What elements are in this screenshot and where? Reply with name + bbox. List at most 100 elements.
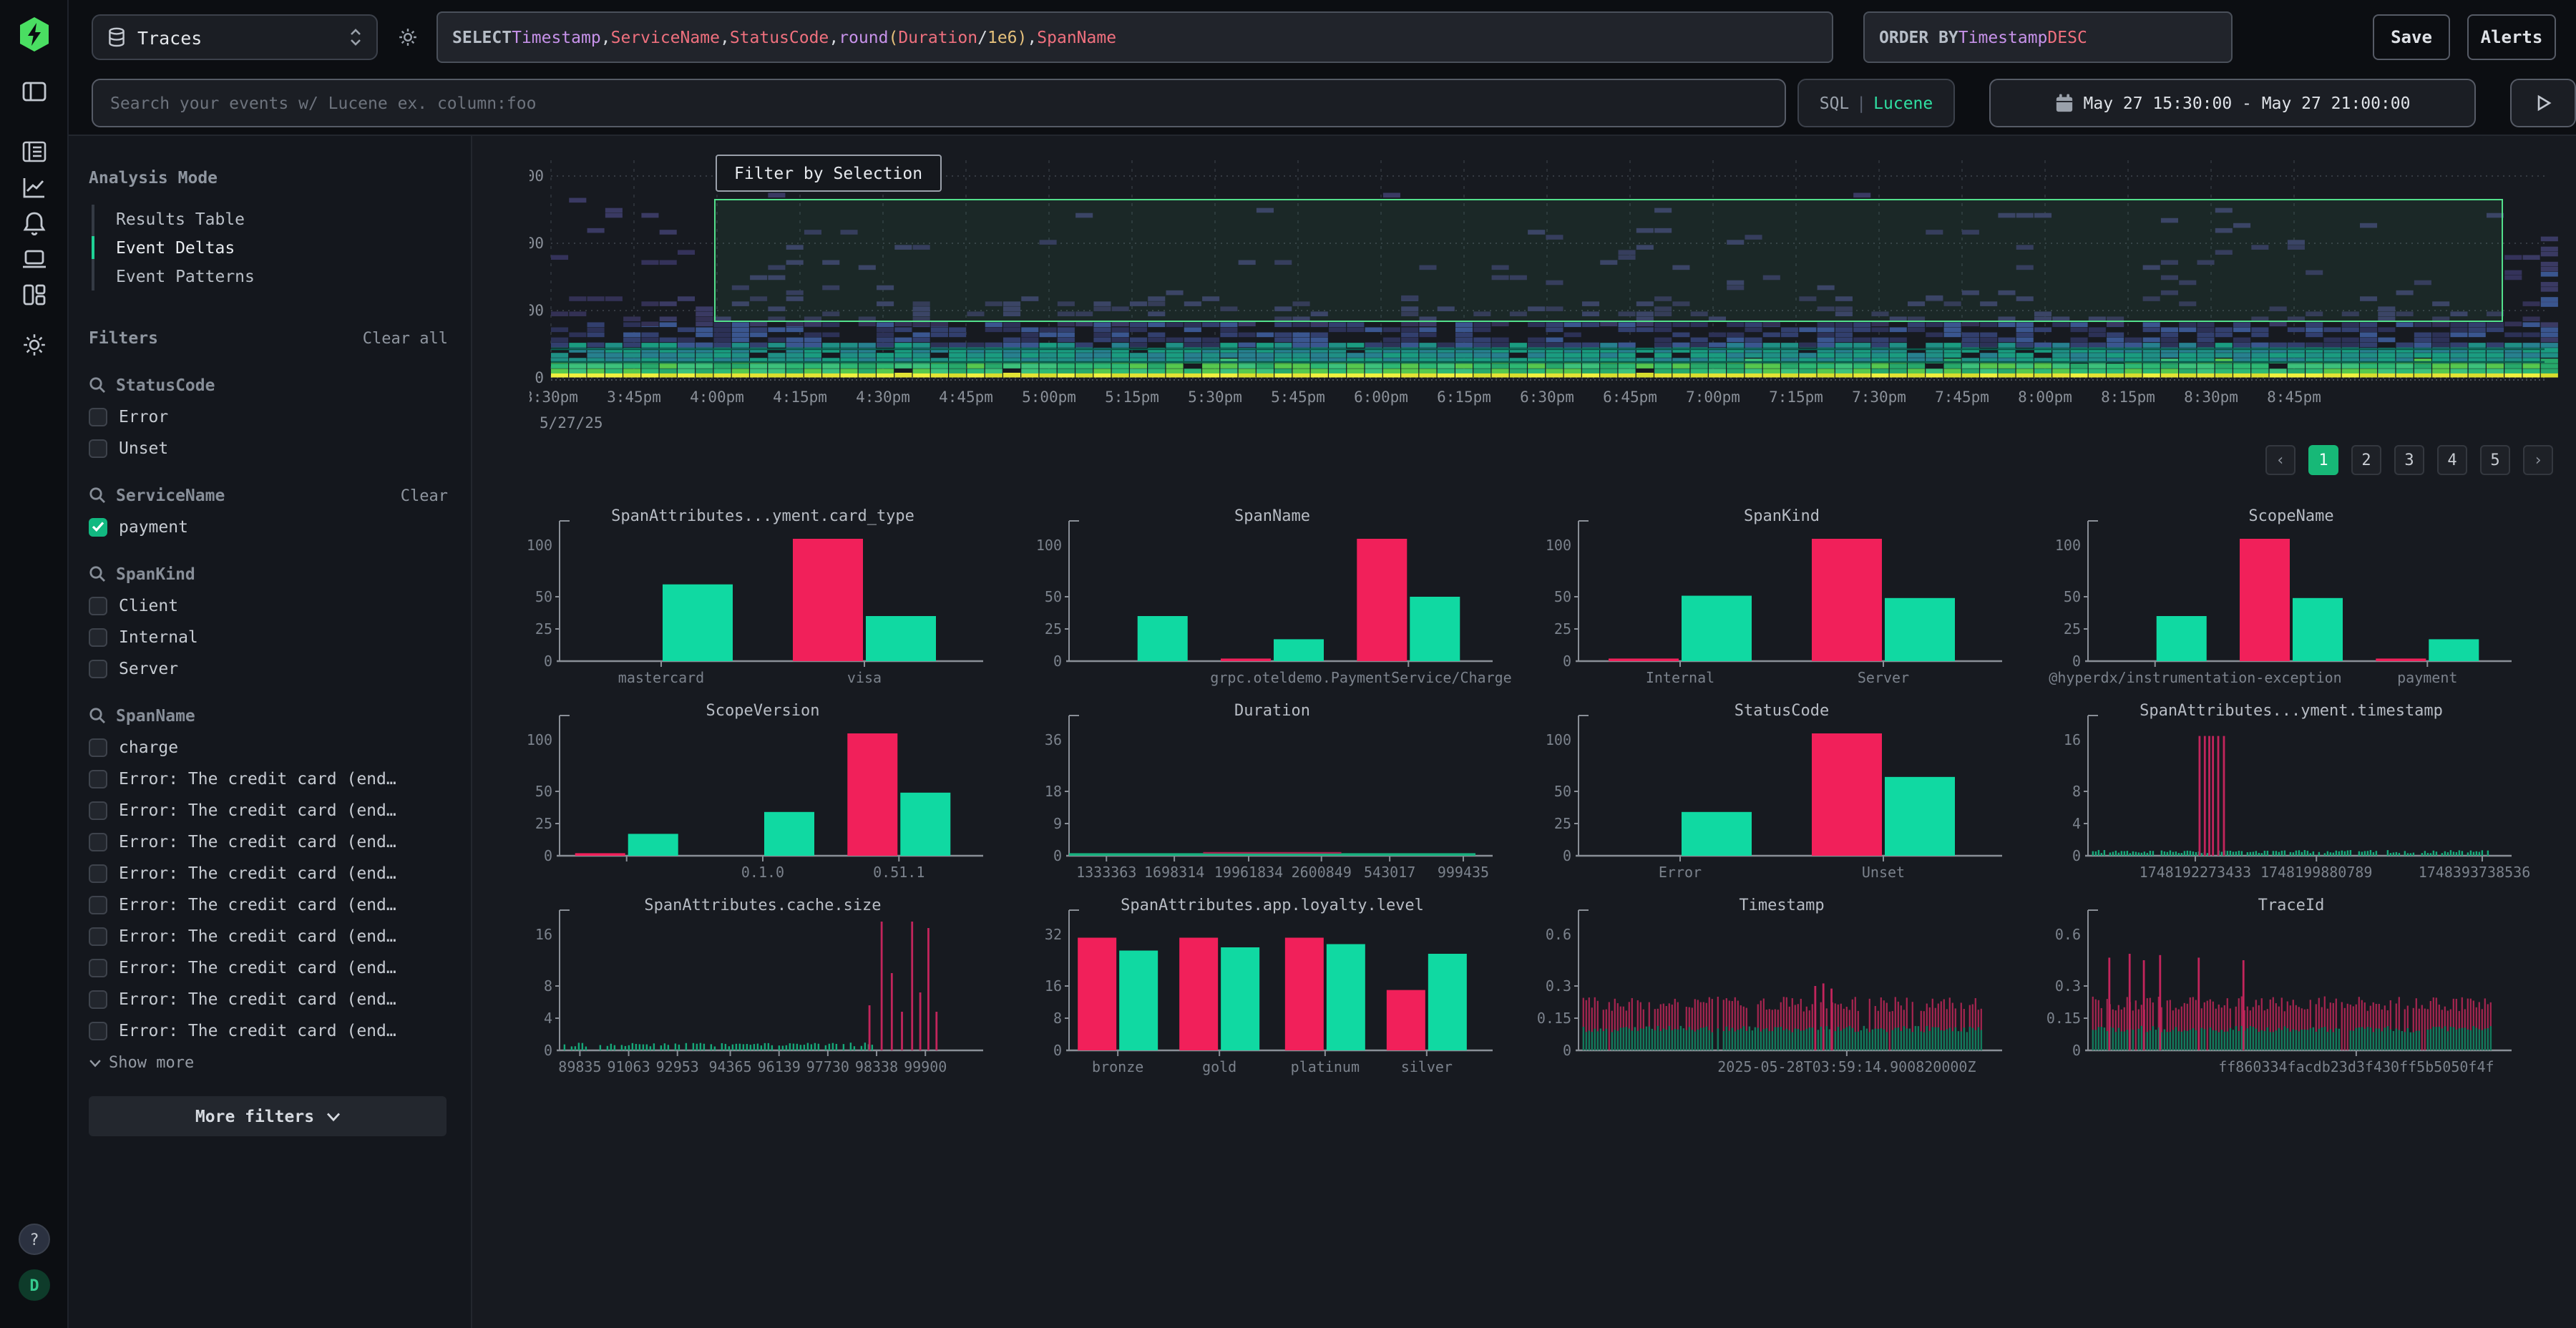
search-input[interactable] xyxy=(92,79,1786,127)
checkbox[interactable] xyxy=(89,1021,107,1040)
select-query-token: ) xyxy=(1018,27,1028,47)
charts-pagination: ‹ 12345 › xyxy=(2265,445,2553,475)
svg-text:9: 9 xyxy=(1053,815,1062,832)
pagination-next-button[interactable]: › xyxy=(2523,445,2553,475)
search-logs-icon[interactable] xyxy=(20,137,49,166)
delta-chart-card_type[interactable]: SpanAttributes...yment.card_type02550100… xyxy=(518,501,1005,695)
svg-text:TraceId: TraceId xyxy=(2258,897,2325,914)
run-query-button[interactable] xyxy=(2510,79,2576,127)
checkbox[interactable] xyxy=(89,990,107,1008)
svg-text:Duration: Duration xyxy=(1234,702,1310,720)
heatmap-selection-box[interactable] xyxy=(714,199,2503,322)
help-button[interactable]: ? xyxy=(19,1224,50,1255)
more-filters-button[interactable]: More filters xyxy=(89,1096,447,1136)
pagination-page-1[interactable]: 1 xyxy=(2308,445,2338,475)
checkbox[interactable] xyxy=(89,407,107,426)
analysis-mode-item-results-table[interactable]: Results Table xyxy=(94,205,448,233)
delta-chart-status_code[interactable]: StatusCode02550100ErrorUnset xyxy=(1537,695,2024,890)
delta-chart-payment_timestamp[interactable]: SpanAttributes...yment.timestamp04816174… xyxy=(2046,695,2533,890)
delta-chart-scope_version[interactable]: ScopeVersion025501000.1.00.51.1 xyxy=(518,695,1005,890)
svg-text:0.3: 0.3 xyxy=(2055,977,2081,995)
pagination-prev-button[interactable]: ‹ xyxy=(2265,445,2296,475)
pagination-page-2[interactable]: 2 xyxy=(2351,445,2381,475)
checkbox[interactable] xyxy=(89,738,107,756)
select-query-input[interactable]: SELECT Timestamp,ServiceName,StatusCode,… xyxy=(436,11,1833,63)
show-more-label: Show more xyxy=(109,1053,194,1072)
filter-option[interactable]: Error: The credit card (end… xyxy=(89,800,448,820)
checkbox[interactable] xyxy=(89,769,107,788)
delta-chart-span_name[interactable]: SpanName02550100grpc.oteldemo.PaymentSer… xyxy=(1028,501,1514,695)
svg-text:98338: 98338 xyxy=(855,1058,898,1075)
svg-text:99900: 99900 xyxy=(904,1058,947,1075)
delta-chart-cache_size[interactable]: SpanAttributes.cache.size048168983591063… xyxy=(518,890,1005,1085)
delta-chart-scope_name[interactable]: ScopeName02550100@hyperdx/instrumentatio… xyxy=(2046,501,2533,695)
source-settings-gear-icon[interactable] xyxy=(396,26,419,49)
checkbox[interactable] xyxy=(89,659,107,678)
more-filters-label: More filters xyxy=(195,1106,314,1126)
delta-chart-loyalty_level[interactable]: SpanAttributes.app.loyalty.level081632br… xyxy=(1028,890,1514,1085)
filter-option[interactable]: Internal xyxy=(89,627,448,647)
filter-option[interactable]: Error xyxy=(89,406,448,426)
alerts-button[interactable]: Alerts xyxy=(2467,14,2556,60)
pagination-page-4[interactable]: 4 xyxy=(2437,445,2467,475)
clear-all-filters-link[interactable]: Clear all xyxy=(363,328,448,347)
source-selector[interactable]: Traces xyxy=(92,14,378,60)
checkbox[interactable] xyxy=(89,864,107,882)
sessions-laptop-icon[interactable] xyxy=(20,245,49,273)
checkbox[interactable] xyxy=(89,927,107,945)
settings-gear-icon[interactable] xyxy=(20,331,49,359)
svg-text:600: 600 xyxy=(530,167,544,185)
filter-option[interactable]: Error: The credit card (end… xyxy=(89,926,448,946)
checkbox[interactable] xyxy=(89,958,107,977)
checkbox[interactable] xyxy=(89,439,107,457)
checkbox[interactable] xyxy=(89,628,107,646)
filter-option[interactable]: Error: The credit card (end… xyxy=(89,894,448,914)
save-button[interactable]: Save xyxy=(2373,14,2450,60)
filter-option[interactable]: Error: The credit card (end… xyxy=(89,863,448,883)
filter-option[interactable]: Client xyxy=(89,595,448,615)
svg-text:91063: 91063 xyxy=(607,1058,650,1075)
filter-option[interactable]: Error: The credit card (end… xyxy=(89,957,448,977)
delta-chart-duration[interactable]: Duration09183613333631698314199618342600… xyxy=(1028,695,1514,890)
sidebar-toggle-icon[interactable] xyxy=(20,77,49,106)
delta-chart-timestamp[interactable]: Timestamp00.150.30.62025-05-28T03:59:14.… xyxy=(1537,890,2024,1085)
checkbox-checked[interactable] xyxy=(89,517,107,536)
checkbox[interactable] xyxy=(89,832,107,851)
delta-chart-span_kind[interactable]: SpanKind02550100InternalServer xyxy=(1537,501,2024,695)
filter-option[interactable]: Error: The credit card (end… xyxy=(89,1020,448,1040)
filter-option[interactable]: Error: The credit card (end… xyxy=(89,989,448,1009)
filter-option-label: Error: The credit card (end… xyxy=(119,800,396,820)
user-avatar[interactable]: D xyxy=(19,1269,50,1301)
filter-option[interactable]: Unset xyxy=(89,438,448,458)
svg-text:ScopeVersion: ScopeVersion xyxy=(706,702,820,720)
alerts-bell-icon[interactable] xyxy=(20,209,49,238)
select-query-token: ( xyxy=(888,27,898,47)
facet-group-spankind: SpanKindClientInternalServer xyxy=(89,564,448,678)
chart-explorer-icon[interactable] xyxy=(20,173,49,202)
filter-option[interactable]: payment xyxy=(89,517,448,537)
pagination-page-5[interactable]: 5 xyxy=(2480,445,2510,475)
filter-option[interactable]: charge xyxy=(89,737,448,757)
delta-chart-trace_id[interactable]: TraceId00.150.30.6ff860334facdb23d3f430f… xyxy=(2046,890,2533,1085)
analysis-mode-item-event-deltas[interactable]: Event Deltas xyxy=(94,233,448,262)
dashboards-icon[interactable] xyxy=(20,280,49,309)
facet-clear-link[interactable]: Clear xyxy=(401,486,448,504)
checkbox[interactable] xyxy=(89,596,107,615)
svg-text:3:30pm: 3:30pm xyxy=(530,389,578,406)
hyperdx-logo-icon[interactable] xyxy=(16,16,53,53)
pagination-page-3[interactable]: 3 xyxy=(2394,445,2424,475)
filter-option[interactable]: Server xyxy=(89,658,448,678)
filter-option[interactable]: Error: The credit card (end… xyxy=(89,768,448,788)
analysis-mode-item-event-patterns[interactable]: Event Patterns xyxy=(94,262,448,290)
show-more-link[interactable]: Show more xyxy=(89,1053,448,1072)
filter-option-label: Error: The credit card (end… xyxy=(119,989,396,1009)
checkbox[interactable] xyxy=(89,895,107,914)
svg-text:6:45pm: 6:45pm xyxy=(1603,389,1657,406)
orderby-query-input[interactable]: ORDER BY Timestamp DESC xyxy=(1863,11,2233,63)
svg-text:8:00pm: 8:00pm xyxy=(2018,389,2072,406)
date-range-picker[interactable]: May 27 15:30:00 - May 27 21:00:00 xyxy=(1989,79,2476,127)
filter-option[interactable]: Error: The credit card (end… xyxy=(89,831,448,851)
svg-text:SpanAttributes...yment.card_ty: SpanAttributes...yment.card_type xyxy=(611,507,914,525)
checkbox[interactable] xyxy=(89,801,107,819)
language-toggle[interactable]: SQL | Lucene xyxy=(1797,79,1955,127)
